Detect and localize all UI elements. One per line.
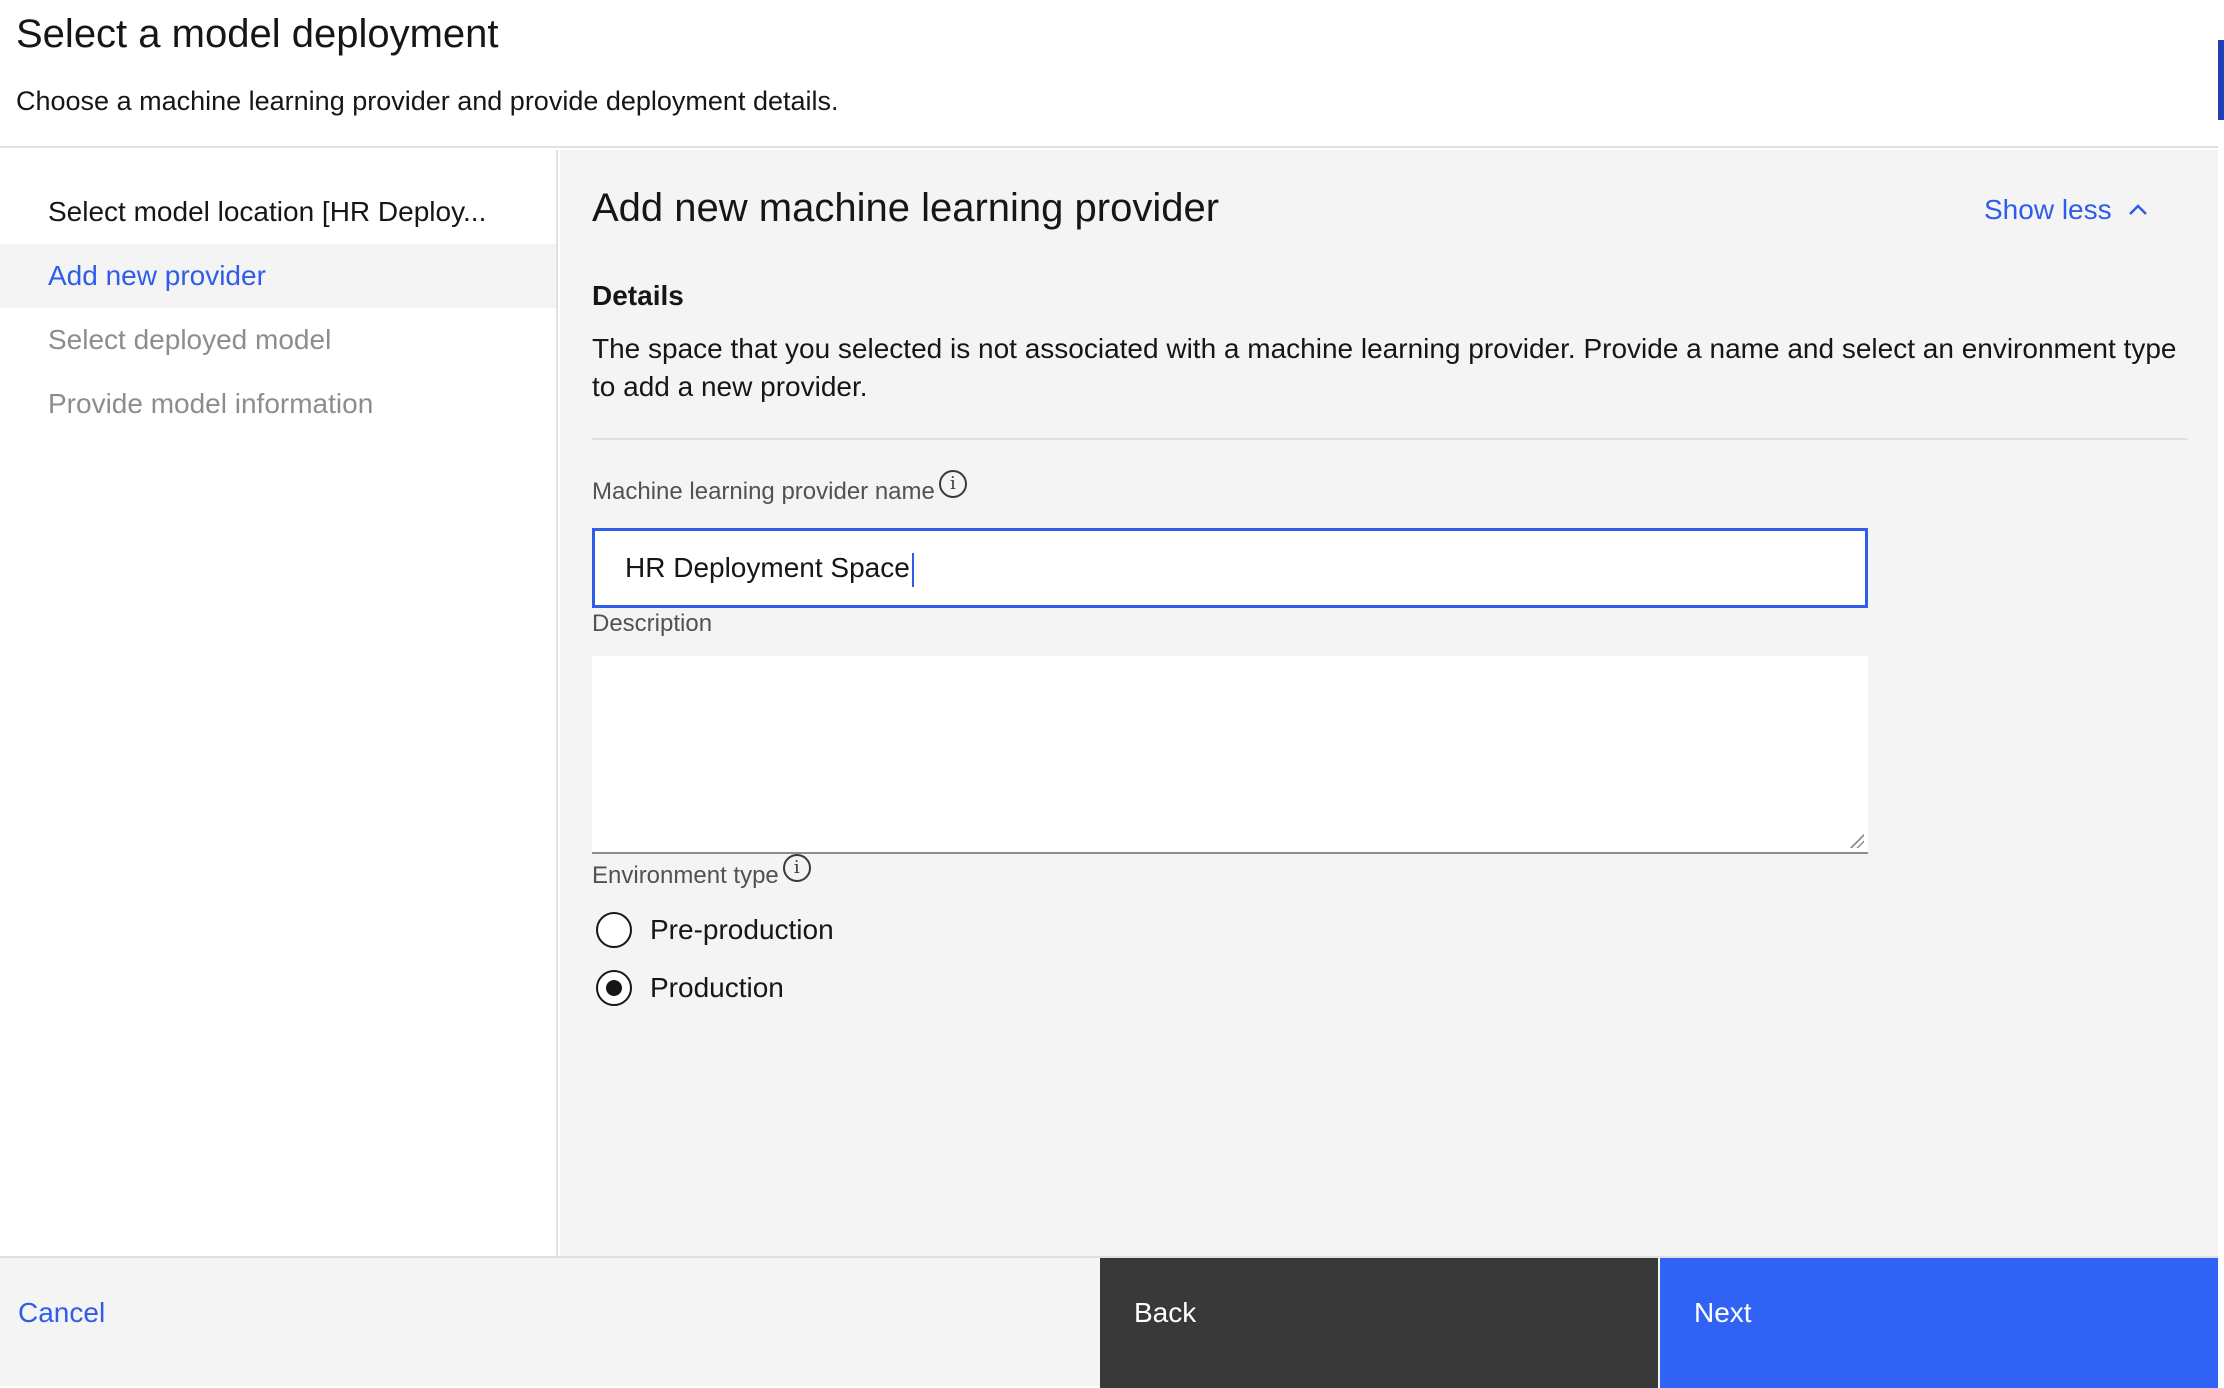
description-label: Description xyxy=(592,610,712,638)
progress-steps: Select model location [HR Deploy... Add … xyxy=(0,150,558,1256)
radio-button-unchecked[interactable] xyxy=(596,912,632,948)
radio-button-checked[interactable] xyxy=(596,970,632,1006)
modal-footer: Cancel Back Next xyxy=(0,1256,2218,1388)
step-label: Select deployed model xyxy=(48,324,332,355)
text-caret xyxy=(911,552,914,587)
provider-name-input[interactable]: HR Deployment Space xyxy=(592,528,1868,608)
step-provide-model-information: Provide model information xyxy=(0,372,556,436)
details-text: The space that you selected is not assoc… xyxy=(592,333,2177,402)
main-content: Add new machine learning provider Show l… xyxy=(560,150,2218,1256)
next-button[interactable]: Next xyxy=(1660,1258,2218,1388)
info-icon[interactable]: i xyxy=(938,470,967,498)
radio-pre-production[interactable]: Pre-production xyxy=(596,912,834,948)
step-select-deployed-model: Select deployed model xyxy=(0,308,556,372)
step-add-new-provider[interactable]: Add new provider xyxy=(0,244,556,308)
environment-type-label-text: Environment type xyxy=(592,862,779,889)
divider xyxy=(592,438,2188,440)
section-heading: Add new machine learning provider xyxy=(592,186,1220,230)
description-textarea[interactable] xyxy=(592,656,1868,854)
resize-grip-icon[interactable] xyxy=(1850,834,1864,848)
modal-header: Select a model deployment Choose a machi… xyxy=(0,0,2218,148)
step-label: Provide model information xyxy=(48,388,374,419)
radio-production[interactable]: Production xyxy=(596,970,784,1006)
step-label: Select model location [HR Deploy... xyxy=(48,196,487,227)
modal-subtitle: Choose a machine learning provider and p… xyxy=(16,86,839,116)
background-accent xyxy=(2218,40,2224,120)
step-label: Add new provider xyxy=(48,260,266,291)
show-less-label: Show less xyxy=(1984,194,2112,225)
modal: Select a model deployment Choose a machi… xyxy=(0,0,2218,1388)
step-select-model-location[interactable]: Select model location [HR Deploy... xyxy=(0,180,556,244)
modal-title: Select a model deployment xyxy=(16,12,499,56)
environment-type-label: Environment type i xyxy=(592,854,811,890)
background-page-edge xyxy=(2218,0,2224,1386)
back-button[interactable]: Back xyxy=(1100,1258,1658,1388)
provider-name-value: HR Deployment Space xyxy=(625,552,910,583)
radio-label: Pre-production xyxy=(650,914,834,945)
provider-name-label: Machine learning provider name i xyxy=(592,470,967,506)
provider-name-label-text: Machine learning provider name xyxy=(592,478,935,505)
cancel-button[interactable]: Cancel xyxy=(0,1258,1100,1388)
description-label-text: Description xyxy=(592,610,713,637)
radio-label: Production xyxy=(650,972,784,1003)
info-icon[interactable]: i xyxy=(782,854,811,882)
chevron-up-icon xyxy=(2128,204,2147,215)
show-less-button[interactable]: Show less xyxy=(1984,194,2150,226)
details-title: Details xyxy=(592,280,684,311)
